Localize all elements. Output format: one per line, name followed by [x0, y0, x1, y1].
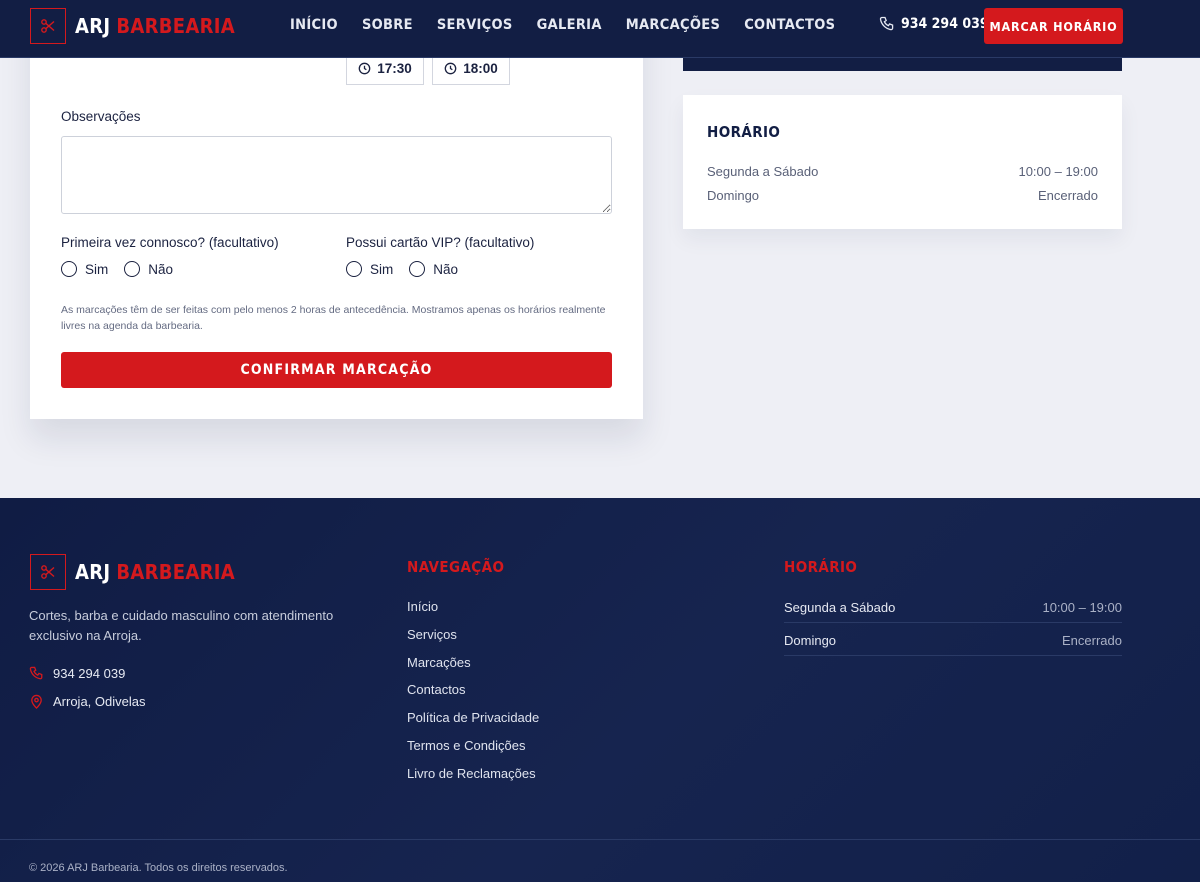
observations-label: Observações: [61, 109, 141, 124]
footer-nav: Início Serviços Marcações Contactos Polí…: [407, 599, 539, 794]
nav-contactos[interactable]: CONTACTOS: [744, 17, 835, 33]
confirm-booking-button[interactable]: CONFIRMAR MARCAÇÃO: [61, 352, 612, 388]
footer-hours-row: Segunda a Sábado 10:00 – 19:00: [784, 600, 1122, 623]
logo-brand-b: BARBEARIA: [116, 560, 235, 584]
footer-phone-link[interactable]: 934 294 039: [29, 666, 125, 681]
nav-servicos[interactable]: SERVIÇOS: [437, 17, 513, 33]
footer-hours-time: 10:00 – 19:00: [1042, 600, 1122, 615]
footer-link-servicos[interactable]: Serviços: [407, 627, 539, 655]
footer-hours-title: HORÁRIO: [784, 558, 858, 576]
nav-sobre[interactable]: SOBRE: [362, 17, 413, 33]
logo-text: ARJ BARBEARIA: [75, 560, 235, 584]
time-slot-label: 18:00: [463, 61, 498, 76]
copyright-text: © 2026 ARJ Barbearia. Todos os direitos …: [29, 862, 288, 874]
footer-link-marcacoes[interactable]: Marcações: [407, 655, 539, 683]
hours-card-title: HORÁRIO: [707, 123, 781, 141]
radio-label: Não: [433, 261, 459, 277]
radio-label: Não: [148, 261, 174, 277]
radio-label: Sim: [370, 261, 394, 277]
scissors-icon: [30, 8, 66, 44]
footer-link-termos[interactable]: Termos e Condições: [407, 738, 539, 766]
footer-hours-day: Segunda a Sábado: [784, 600, 896, 615]
hours-day: Segunda a Sábado: [707, 164, 819, 179]
radio-circle[interactable]: [61, 261, 77, 277]
footer-divider: [0, 839, 1200, 840]
footer-hours-day: Domingo: [784, 633, 837, 648]
footer-link-reclamacoes[interactable]: Livro de Reclamações: [407, 766, 539, 794]
radio-circle[interactable]: [409, 261, 426, 277]
hours-time: 10:00 – 19:00: [1018, 164, 1098, 179]
map-pin-icon: [31, 694, 42, 709]
footer-phone-number: 934 294 039: [53, 666, 126, 681]
phone-icon: [29, 666, 43, 680]
hours-day: Domingo: [707, 188, 760, 203]
scissors-icon: [30, 554, 66, 590]
footer-hours-time: Encerrado: [1062, 633, 1122, 648]
nav-marcacoes[interactable]: MARCAÇÕES: [626, 17, 720, 33]
vip-card-no-radio[interactable]: Não: [409, 261, 458, 277]
hours-time: Encerrado: [1038, 188, 1098, 203]
info-panel-bottom-edge: [683, 58, 1122, 71]
vip-card-radio-group: Sim Não: [346, 261, 474, 277]
footer-description: Cortes, barba e cuidado masculino com at…: [29, 608, 334, 643]
observations-textarea[interactable]: [61, 136, 612, 214]
nav-galeria[interactable]: GALERIA: [537, 17, 602, 33]
time-slot-label: 17:30: [377, 61, 412, 76]
vip-card-label: Possui cartão VIP? (facultativo): [346, 235, 535, 250]
first-time-label: Primeira vez connosco? (facultativo): [61, 235, 279, 250]
site-footer: ARJ BARBEARIA Cortes, barba e cuidado mas…: [0, 498, 1200, 882]
first-time-no-radio[interactable]: Não: [124, 261, 173, 277]
footer-location: Arroja, Odivelas: [29, 694, 145, 709]
clock-icon: [358, 62, 371, 75]
footer-logo[interactable]: ARJ BARBEARIA: [30, 554, 235, 590]
header-phone-number: 934 294 039: [901, 16, 989, 32]
footer-link-inicio[interactable]: Início: [407, 599, 539, 627]
vip-card-yes-radio[interactable]: Sim: [346, 261, 393, 277]
header-logo[interactable]: ARJ BARBEARIA: [30, 8, 235, 44]
logo-text: ARJ BARBEARIA: [75, 14, 235, 38]
clock-icon: [444, 62, 457, 75]
footer-nav-title: NAVEGAÇÃO: [407, 558, 505, 576]
hours-row: Segunda a Sábado 10:00 – 19:00: [707, 164, 1098, 179]
hours-card: HORÁRIO Segunda a Sábado 10:00 – 19:00 D…: [683, 95, 1122, 229]
footer-link-contactos[interactable]: Contactos: [407, 682, 539, 710]
site-header: ARJ BARBEARIA INÍCIO SOBRE SERVIÇOS GALER…: [0, 0, 1200, 58]
book-appointment-button[interactable]: MARCAR HORÁRIO: [984, 8, 1123, 44]
nav-inicio[interactable]: INÍCIO: [290, 17, 338, 33]
footer-link-privacidade[interactable]: Política de Privacidade: [407, 710, 539, 738]
radio-circle[interactable]: [346, 261, 362, 277]
hours-row: Domingo Encerrado: [707, 188, 1098, 203]
radio-label: Sim: [85, 261, 109, 277]
logo-brand-b: BARBEARIA: [116, 14, 235, 38]
phone-icon: [879, 16, 894, 31]
booking-notice: As marcações têm de ser feitas com pelo …: [61, 304, 606, 332]
header-phone-link[interactable]: 934 294 039: [879, 16, 989, 32]
logo-brand-a: ARJ: [75, 14, 111, 38]
footer-hours-row: Domingo Encerrado: [784, 633, 1122, 656]
first-time-yes-radio[interactable]: Sim: [61, 261, 108, 277]
footer-location-text: Arroja, Odivelas: [53, 694, 146, 709]
radio-circle[interactable]: [124, 261, 141, 277]
first-time-radio-group: Sim Não: [61, 261, 189, 277]
logo-brand-a: ARJ: [75, 560, 111, 584]
main-nav: INÍCIO SOBRE SERVIÇOS GALERIA MARCAÇÕES …: [290, 17, 859, 33]
